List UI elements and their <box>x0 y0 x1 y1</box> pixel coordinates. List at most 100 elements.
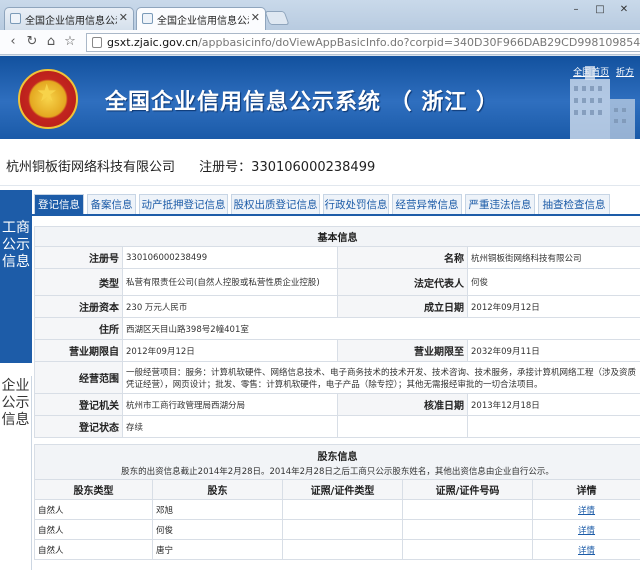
site-banner: 全国首页 折方 ★ 全国企业信用信息公示系统 （ 浙江 ） <box>0 56 640 139</box>
company-header: 杭州铜板街网络科技有限公司 注册号：330106000238499 <box>0 139 640 186</box>
new-tab-button[interactable] <box>264 11 290 25</box>
building-illustration <box>570 66 635 139</box>
reg-no-label: 注册号 <box>34 246 123 269</box>
reg-no-value: 330106000238499 <box>122 246 338 269</box>
status-label: 登记状态 <box>34 415 123 438</box>
legal-rep-value: 何俊 <box>467 268 640 296</box>
main-content: 工商公示信息 企业公示信息 登记信息 备案信息 动产抵押登记信息 股权出质登记信… <box>0 186 640 570</box>
shareholder-title: 股东信息 <box>317 452 358 463</box>
term-from-label: 营业期限自 <box>34 339 123 362</box>
shareholder-note: 股东的出资信息截止2014年2月28日。2014年2月28日之后工商只公示股东姓… <box>121 467 554 477</box>
tab-abnormal-operation[interactable]: 经营异常信息 <box>392 194 462 214</box>
url-host: gsxt.zjaic.gov.cn <box>107 36 199 49</box>
shareholder-name: 唐宁 <box>152 539 283 560</box>
shareholder-type: 自然人 <box>34 519 153 540</box>
shareholder-header: 股东信息 股东的出资信息截止2014年2月28日。2014年2月28日之后工商只… <box>34 444 640 480</box>
type-value: 私营有限责任公司(自然人控股或私营性质企业控股) <box>122 268 338 296</box>
tab-filing-info[interactable]: 备案信息 <box>87 194 136 214</box>
side-nav: 工商公示信息 企业公示信息 <box>0 186 32 570</box>
legal-rep-label: 法定代表人 <box>337 268 468 296</box>
id-type <box>282 499 403 520</box>
founded-label: 成立日期 <box>337 295 468 318</box>
detail-link[interactable]: 详情 <box>531 499 640 520</box>
detail-link[interactable]: 详情 <box>531 519 640 540</box>
bookmark-star-icon[interactable]: ☆ <box>63 35 77 49</box>
browser-tab-2[interactable]: 全国企业信用信息公示系统 ✕ <box>136 7 266 30</box>
col-id-number: 证照/证件号码 <box>402 479 533 500</box>
authority-value: 杭州市工商行政管理局西湖分局 <box>122 393 338 416</box>
empty-cell <box>337 415 468 438</box>
home-icon[interactable]: ⌂ <box>44 35 58 49</box>
company-name: 杭州铜板街网络科技有限公司 <box>6 160 176 175</box>
close-tab-icon[interactable]: ✕ <box>119 11 128 24</box>
page-favicon-icon <box>10 13 21 24</box>
browser-toolbar: ‹ ↻ ⌂ ☆ gsxt.zjaic.gov.cn/appbasicinfo/d… <box>0 30 640 55</box>
minimize-button[interactable]: – <box>564 2 588 18</box>
tab-admin-penalty[interactable]: 行政处罚信息 <box>323 194 389 214</box>
tab-equity-pledge[interactable]: 股权出质登记信息 <box>231 194 320 214</box>
address-bar[interactable]: gsxt.zjaic.gov.cn/appbasicinfo/doViewApp… <box>86 33 640 52</box>
reload-icon[interactable]: ↻ <box>25 35 39 49</box>
info-content: 基本信息 注册号 330106000238499 名称 杭州铜板街网络科技有限公… <box>34 226 640 570</box>
tab-registration-info[interactable]: 登记信息 <box>34 194 84 214</box>
approved-label: 核准日期 <box>337 393 468 416</box>
id-type <box>282 539 403 560</box>
capital-value: 230 万元人民币 <box>122 295 338 318</box>
browser-tab-bar: 全国企业信用信息公示系统 ✕ 全国企业信用信息公示系统 ✕ –□✕ <box>0 0 640 30</box>
side-nav-enterprise-disclosure[interactable]: 企业公示信息 <box>0 376 32 570</box>
term-to-label: 营业期限至 <box>337 339 468 362</box>
page-icon <box>92 37 102 48</box>
empty-cell <box>467 415 640 438</box>
authority-label: 登记机关 <box>34 393 123 416</box>
table-row: 自然人 唐宁 详情 <box>34 539 640 560</box>
info-tabs: 登记信息 备案信息 动产抵押登记信息 股权出质登记信息 行政处罚信息 经营异常信… <box>32 194 640 216</box>
address-value: 西湖区天目山路398号2幢401室 <box>122 317 640 340</box>
window-controls: – □ ✕ <box>564 2 636 18</box>
name-label: 名称 <box>337 246 468 269</box>
shareholder-name: 何俊 <box>152 519 283 540</box>
name-value: 杭州铜板街网络科技有限公司 <box>467 246 640 269</box>
table-row: 自然人 邓旭 详情 <box>34 499 640 520</box>
id-type <box>282 519 403 540</box>
scope-label: 经营范围 <box>34 361 123 394</box>
side-nav-business-disclosure[interactable]: 工商公示信息 <box>0 190 32 363</box>
registration-number: 330106000238499 <box>251 160 376 175</box>
col-id-type: 证照/证件类型 <box>282 479 403 500</box>
id-number <box>402 539 533 560</box>
shareholder-table: 股东信息 股东的出资信息截止2014年2月28日。2014年2月28日之后工商只… <box>34 444 640 560</box>
shareholder-type: 自然人 <box>34 499 153 520</box>
tab-chattel-mortgage[interactable]: 动产抵押登记信息 <box>139 194 228 214</box>
url-path: /appbasicinfo/doViewAppBasicInfo.do?corp… <box>198 36 640 49</box>
back-icon[interactable]: ‹ <box>6 35 20 49</box>
id-number <box>402 519 533 540</box>
maximize-button[interactable]: □ <box>588 2 612 18</box>
approved-value: 2013年12月18日 <box>467 393 640 416</box>
scope-value: 一般经营项目：服务：计算机软硬件、网络信息技术、电子商务技术的技术开发、技术咨询… <box>122 361 640 394</box>
browser-tab-1[interactable]: 全国企业信用信息公示系统 ✕ <box>4 7 134 30</box>
close-window-button[interactable]: ✕ <box>612 2 636 18</box>
shareholder-type: 自然人 <box>34 539 153 560</box>
registration-label: 注册号： <box>199 160 252 175</box>
browser-tab-title: 全国企业信用信息公示系统 <box>25 16 117 27</box>
term-from-value: 2012年09月12日 <box>122 339 338 362</box>
close-tab-icon[interactable]: ✕ <box>251 11 260 24</box>
national-emblem-icon: ★ <box>18 69 78 129</box>
col-shareholder-type: 股东类型 <box>34 479 153 500</box>
type-label: 类型 <box>34 268 123 296</box>
basic-info-table: 基本信息 注册号 330106000238499 名称 杭州铜板街网络科技有限公… <box>34 226 640 438</box>
tab-serious-violation[interactable]: 严重违法信息 <box>465 194 535 214</box>
founded-value: 2012年09月12日 <box>467 295 640 318</box>
tab-spot-check[interactable]: 抽查检查信息 <box>538 194 610 214</box>
table-row: 自然人 何俊 详情 <box>34 519 640 540</box>
site-title: 全国企业信用信息公示系统 （ 浙江 ） <box>105 90 499 115</box>
status-value: 存续 <box>122 415 338 438</box>
detail-link[interactable]: 详情 <box>531 539 640 560</box>
browser-tab-title: 全国企业信用信息公示系统 <box>157 16 249 27</box>
col-shareholder: 股东 <box>152 479 283 500</box>
page-favicon-icon <box>142 13 153 24</box>
col-detail: 详情 <box>531 479 640 500</box>
id-number <box>402 499 533 520</box>
basic-info-title: 基本信息 <box>34 226 640 247</box>
capital-label: 注册资本 <box>34 295 123 318</box>
term-to-value: 2032年09月11日 <box>467 339 640 362</box>
